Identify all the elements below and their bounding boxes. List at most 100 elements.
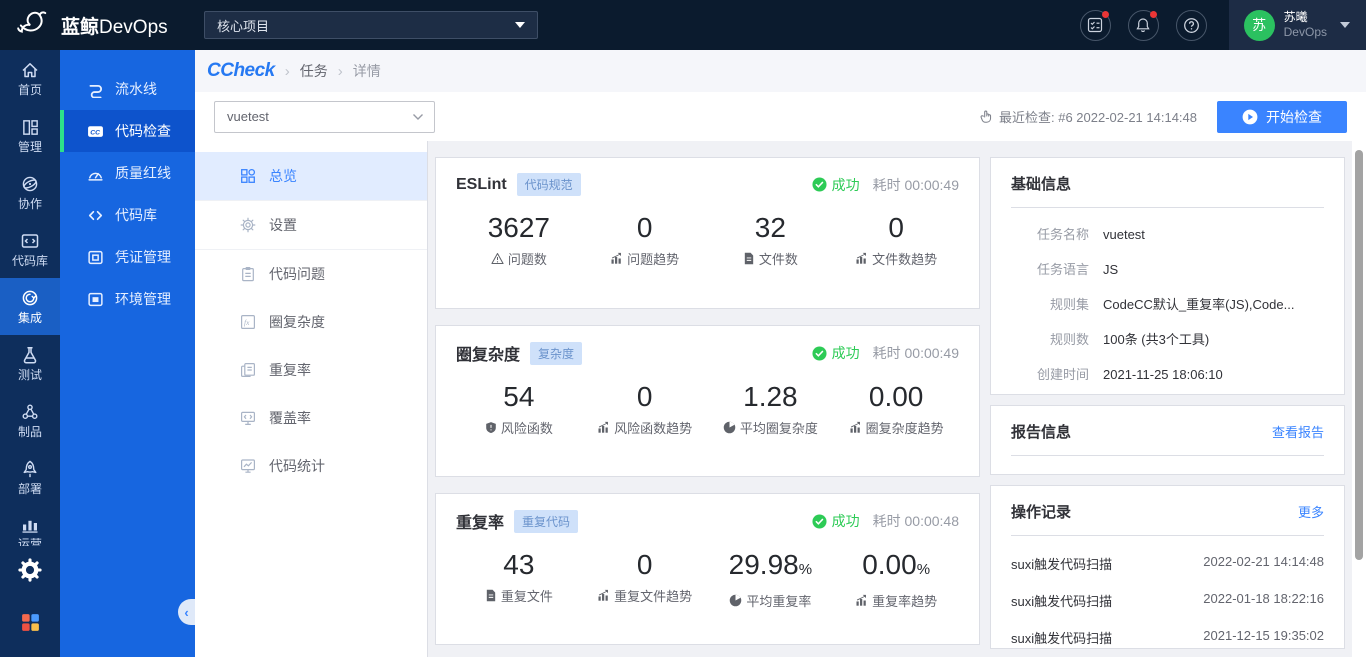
trend-icon xyxy=(855,252,868,265)
issues-icon xyxy=(240,266,256,282)
sidebar-item-test[interactable]: 测试 xyxy=(0,335,60,392)
file-icon xyxy=(743,252,755,265)
tab-overview[interactable]: 总览 xyxy=(195,152,427,200)
todo-icon[interactable] xyxy=(1079,9,1111,41)
help-icon[interactable] xyxy=(1175,9,1207,41)
stat-issue-trend[interactable]: 0 问题趋势 xyxy=(582,212,708,268)
sidebar-item-repo[interactable]: 代码库 xyxy=(0,221,60,278)
history-row: suxi触发代码扫描 2022-01-18 18:22:16 xyxy=(1011,591,1324,609)
pie-icon xyxy=(723,421,736,434)
main-area: 总览 设置 代码问题 fx 圈复杂度 重复率 覆盖率 代码统计 ESLint 代… xyxy=(195,141,1366,657)
coverage-icon xyxy=(240,410,256,426)
ccheck-logo[interactable]: CCheck xyxy=(207,60,275,82)
scrollbar-thumb[interactable] xyxy=(1355,150,1363,560)
tab-complexity[interactable]: fx 圈复杂度 xyxy=(195,298,427,346)
user-meta: 苏曦 DevOps xyxy=(1284,10,1327,40)
sidebar-collapse-button[interactable]: ‹ xyxy=(178,599,195,625)
tab-code-stats[interactable]: 代码统计 xyxy=(195,442,427,490)
file-icon xyxy=(485,589,497,602)
subnav-item-credential[interactable]: 凭证管理 xyxy=(60,236,195,278)
card-status: 成功 耗时 00:00:49 xyxy=(812,343,959,363)
blueking-logo[interactable]: 蓝鲸DevOps xyxy=(0,9,204,41)
stat-files[interactable]: 32 文件数 xyxy=(708,212,834,268)
project-select[interactable]: 核心项目 xyxy=(204,11,538,39)
sidebar-item-deploy[interactable]: 部署 xyxy=(0,449,60,506)
sidebar-item-integration[interactable]: 集成 xyxy=(0,278,60,335)
collaboration-icon xyxy=(20,174,40,194)
basic-info-panel: 基础信息 任务名称 vuetest 任务语言 JS 规则集 CodeCC默认_重… xyxy=(990,157,1345,395)
stat-file-trend[interactable]: 0 文件数趋势 xyxy=(833,212,959,268)
subnav-item-pipeline[interactable]: 流水线 xyxy=(60,68,195,110)
stat-dup-rate-trend[interactable]: 0.00% 重复率趋势 xyxy=(833,549,959,610)
info-row: 任务语言 JS xyxy=(1036,262,1119,277)
settings-icon xyxy=(240,217,256,233)
report-panel: 报告信息 查看报告 xyxy=(990,405,1345,475)
subnav-item-codecheck[interactable]: CC 代码检查 xyxy=(60,110,195,152)
tab-code-issues[interactable]: 代码问题 xyxy=(195,250,427,298)
home-icon xyxy=(20,60,40,80)
environment-icon xyxy=(87,291,104,308)
stat-dup-file-trend[interactable]: 0 重复文件趋势 xyxy=(582,549,708,610)
card-title: 重复率 xyxy=(456,515,505,532)
user-name: 苏曦 xyxy=(1283,10,1308,24)
toolbar: vuetest 最近检查: #6 2022-02-21 14:14:48 开始检… xyxy=(195,92,1366,141)
sidebar-item-collaboration[interactable]: 协作 xyxy=(0,164,60,221)
sidebar-item-home[interactable]: 首页 xyxy=(0,50,60,107)
warning-icon xyxy=(491,252,504,265)
tool-card-dupc: 重复率 重复代码 成功 耗时 00:00:48 43 重复文件 0 重复文件趋势… xyxy=(435,493,980,645)
card-tag: 重复代码 xyxy=(514,509,579,533)
trend-icon xyxy=(610,252,623,265)
breadcrumb-item-tasks[interactable]: 任务 xyxy=(300,61,328,81)
subnav-item-code-repo[interactable]: 代码库 xyxy=(60,194,195,236)
gear-icon[interactable] xyxy=(18,558,42,582)
tab-coverage[interactable]: 覆盖率 xyxy=(195,394,427,442)
notification-dot xyxy=(1149,10,1157,18)
sidebar-item-metrics[interactable]: 运营 xyxy=(0,506,60,551)
task-select-value: vuetest xyxy=(227,109,269,124)
sidebar-item-artifact[interactable]: 制品 xyxy=(0,392,60,449)
subnav-item-environment[interactable]: 环境管理 xyxy=(60,278,195,320)
stat-ccn-trend[interactable]: 0.00 圈复杂度趋势 xyxy=(833,381,959,437)
bell-icon[interactable] xyxy=(1127,9,1159,41)
last-check-info: 最近检查: #6 2022-02-21 14:14:48 xyxy=(979,107,1197,126)
stat-risk-functions[interactable]: 54 风险函数 xyxy=(456,381,582,437)
start-check-button[interactable]: 开始检查 xyxy=(1217,100,1347,133)
topbar-icon-group xyxy=(1079,9,1207,41)
success-check-icon xyxy=(812,177,827,192)
info-row: 任务名称 vuetest xyxy=(1036,227,1145,242)
breadcrumb-separator-icon: › xyxy=(337,62,343,80)
divider xyxy=(1011,535,1324,536)
overview-icon xyxy=(240,168,256,184)
trend-icon xyxy=(855,594,868,607)
tab-duplication[interactable]: 重复率 xyxy=(195,346,427,394)
breadcrumb: CCheck › 任务 › 详情 xyxy=(195,50,1366,92)
scrollbar-track[interactable] xyxy=(1352,141,1366,657)
chevron-left-icon: ‹ xyxy=(184,604,189,620)
sidebar-item-manage[interactable]: 管理 xyxy=(0,107,60,164)
stat-risk-trend[interactable]: 0 风险函数趋势 xyxy=(582,381,708,437)
info-row: 创建时间 2021-11-25 18:06:10 xyxy=(1036,367,1223,382)
info-row: 规则集 CodeCC默认_重复率(JS),Code... xyxy=(1049,297,1295,312)
stat-dup-files[interactable]: 43 重复文件 xyxy=(456,549,582,610)
user-menu[interactable]: 苏 苏曦 DevOps xyxy=(1228,0,1366,50)
manage-icon xyxy=(21,118,40,137)
metrics-icon xyxy=(20,514,40,534)
trend-icon xyxy=(597,589,610,602)
history-row: suxi触发代码扫描 2022-02-21 14:14:48 xyxy=(1011,554,1324,572)
stat-issues[interactable]: 3627 问题数 xyxy=(456,212,582,268)
tab-settings[interactable]: 设置 xyxy=(195,201,427,249)
apps-icon[interactable] xyxy=(20,612,41,633)
card-tag: 代码规范 xyxy=(516,173,581,196)
view-report-link[interactable]: 查看报告 xyxy=(1272,422,1324,441)
stat-avg-dup-rate[interactable]: 29.98% 平均重复率 xyxy=(708,549,834,610)
subnav-item-quality-gate[interactable]: 质量红线 xyxy=(60,152,195,194)
toolbar-right: 最近检查: #6 2022-02-21 14:14:48 开始检查 xyxy=(979,100,1347,133)
tool-card-eslint: ESLint 代码规范 成功 耗时 00:00:49 3627 问题数 0 问题… xyxy=(435,157,980,309)
repo-icon xyxy=(20,231,40,251)
trigger-hand-icon xyxy=(979,109,993,124)
brand-text: 蓝鲸DevOps xyxy=(61,16,168,38)
task-select[interactable]: vuetest xyxy=(214,100,435,133)
stat-avg-ccn[interactable]: 1.28 平均圈复杂度 xyxy=(708,381,834,437)
pie-icon xyxy=(729,594,742,607)
more-link[interactable]: 更多 xyxy=(1298,502,1324,521)
